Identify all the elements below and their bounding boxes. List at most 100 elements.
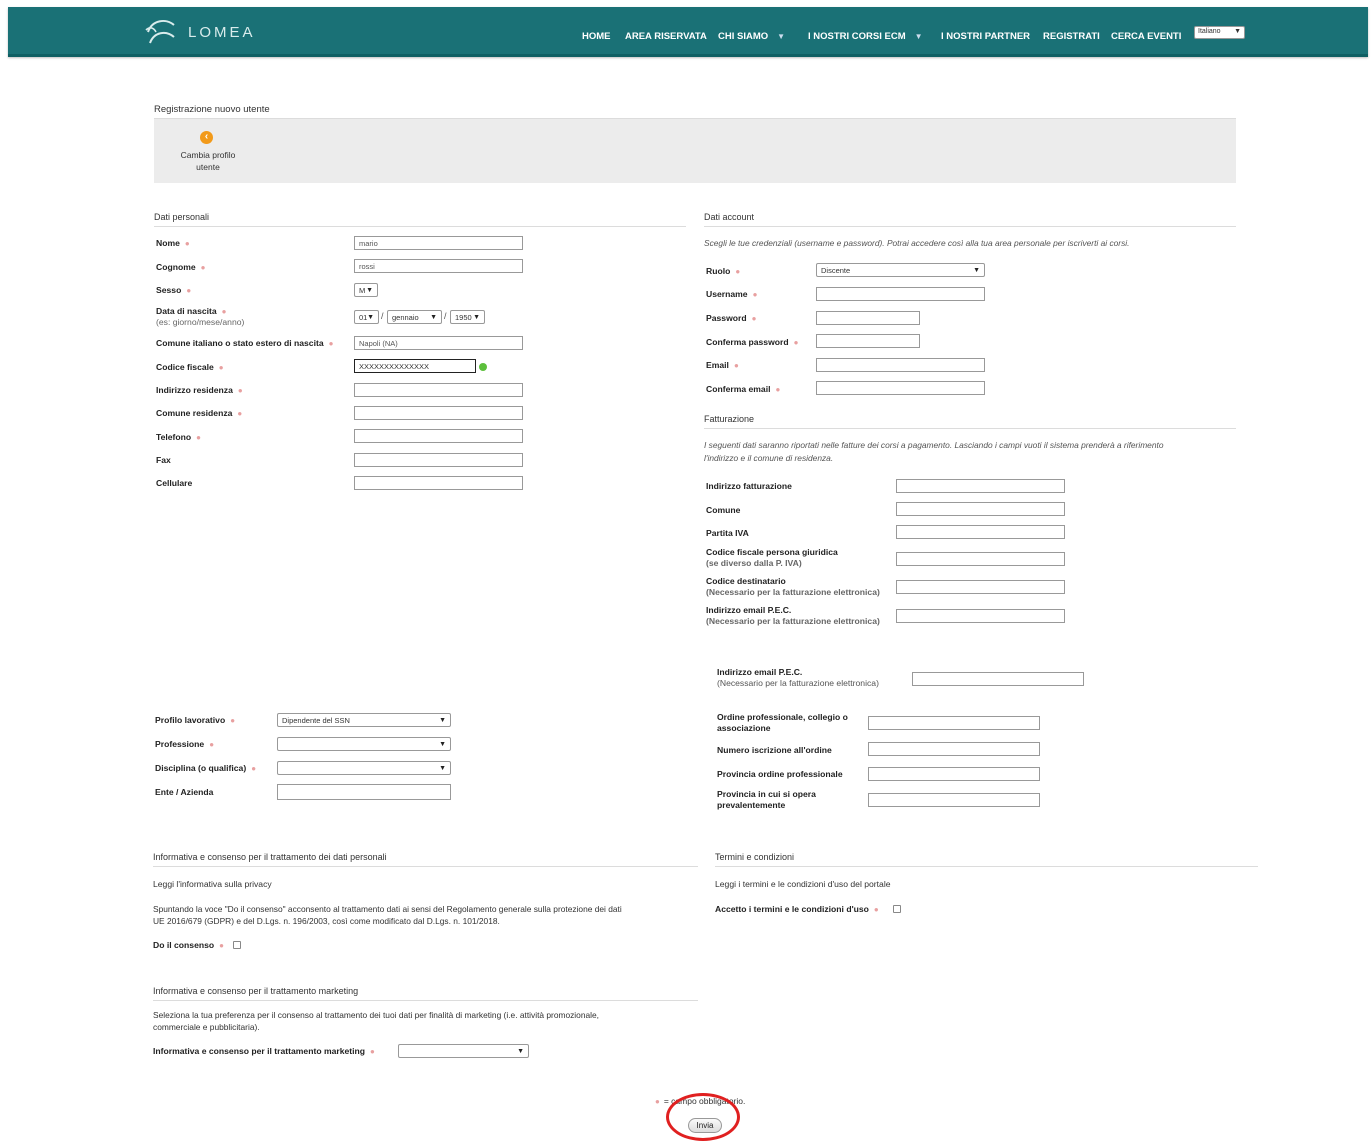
provincia-ordine-input[interactable] — [868, 767, 1040, 781]
marketing-label: Informativa e consenso per il trattament… — [153, 1046, 375, 1056]
divider — [153, 1000, 698, 1001]
consent-label: Do il consenso ● — [153, 940, 224, 950]
ordine-label: Ordine professionale, collegio o associaz… — [717, 712, 848, 733]
privacy-text-1: Spuntando la voce "Do il consenso" accon… — [153, 904, 622, 914]
divider — [715, 866, 1258, 867]
partita-iva-input[interactable] — [896, 525, 1065, 539]
chevron-down-icon: ▼ — [777, 32, 786, 41]
fax-input[interactable] — [354, 453, 523, 467]
comune-residenza-label: Comune residenza ● — [156, 408, 243, 418]
pec-fatturazione-label: Indirizzo email P.E.C. (Necessario per la… — [706, 605, 880, 626]
language-select[interactable]: Italiano ▼ — [1194, 26, 1245, 39]
telefono-input[interactable] — [354, 429, 523, 443]
divider — [154, 226, 686, 227]
cognome-label: Cognome ● — [156, 262, 206, 272]
divider — [704, 428, 1236, 429]
divider — [704, 226, 1236, 227]
comune-residenza-input[interactable] — [354, 406, 523, 420]
birth-year-select[interactable]: 1950 ▼ — [450, 310, 485, 324]
highlight-annotation-circle — [666, 1093, 740, 1141]
divider — [153, 866, 698, 867]
comune-nascita-input[interactable]: Napoli (NA) — [354, 336, 523, 350]
nav-home[interactable]: HOME — [582, 31, 611, 42]
account-note: Scegli le tue credenziali (username e pa… — [704, 238, 1130, 248]
section-title-marketing: Informativa e consenso per il trattament… — [153, 986, 359, 996]
conferma-password-label: Conferma password ● — [706, 337, 799, 347]
indirizzo-residenza-input[interactable] — [354, 383, 523, 397]
ruolo-select[interactable]: Discente ▼ — [816, 263, 985, 277]
nav-area-riservata[interactable]: AREA RISERVATA — [625, 31, 707, 42]
codice-fiscale-input[interactable]: XXXXXXXXXXXXXX — [354, 359, 476, 373]
cognome-input[interactable]: rossi — [354, 259, 523, 273]
conferma-email-label: Conferma email ● — [706, 384, 781, 394]
nav-corsi-ecm[interactable]: I NOSTRI CORSI ECM ▼ — [808, 31, 923, 42]
nav-partner[interactable]: I NOSTRI PARTNER — [941, 31, 1030, 42]
birth-day-select[interactable]: 01 ▼ — [354, 310, 379, 324]
comune-nascita-label: Comune italiano o stato estero di nascit… — [156, 338, 334, 348]
fax-label: Fax — [156, 455, 171, 465]
numero-iscrizione-input[interactable] — [868, 742, 1040, 756]
professione-select[interactable]: ▼ — [277, 737, 451, 751]
provincia-opera-input[interactable] — [868, 793, 1040, 807]
indirizzo-fatturazione-input[interactable] — [896, 479, 1065, 493]
pec-fatturazione-input[interactable] — [896, 609, 1065, 623]
provincia-opera-label: Provincia in cui si opera prevalentemente — [717, 789, 816, 810]
lomea-logo-icon[interactable] — [144, 16, 184, 46]
data-nascita-label: Data di nascita ● (es: giorno/mese/anno) — [156, 306, 245, 327]
change-profile-button[interactable]: Cambia profilo utente — [168, 149, 248, 173]
marketing-text-1: Seleziona la tua preferenza per il conse… — [153, 1010, 599, 1020]
section-title-terms: Termini e condizioni — [715, 852, 795, 862]
nav-cerca-eventi[interactable]: CERCA EVENTI — [1111, 31, 1181, 42]
birth-month-select[interactable]: gennaio ▼ — [387, 310, 442, 324]
logo-text[interactable]: LOMEA — [188, 24, 256, 41]
arrow-left-circle-icon[interactable]: ‹ — [200, 131, 213, 144]
username-label: Username ● — [706, 289, 758, 299]
privacy-text-2: UE 2016/679 (GDPR) e del D.Lgs. n. 196/2… — [153, 916, 500, 926]
disciplina-select[interactable]: ▼ — [277, 761, 451, 775]
indirizzo-fatturazione-label: Indirizzo fatturazione — [706, 481, 792, 491]
email-label: Email ● — [706, 360, 739, 370]
cf-giuridica-input[interactable] — [896, 552, 1065, 566]
disciplina-label: Disciplina (o qualifica) ● — [155, 763, 257, 773]
professione-label: Professione ● — [155, 739, 215, 749]
pec-label: Indirizzo email P.E.C. (Necessario per la… — [717, 667, 879, 688]
top-navigation-bar: LOMEA HOME AREA RISERVATA CHI SIAMO ▼ I N… — [8, 7, 1368, 57]
section-title-billing: Fatturazione — [704, 414, 755, 424]
telefono-label: Telefono ● — [156, 432, 202, 442]
section-title-privacy: Informativa e consenso per il trattament… — [153, 852, 387, 862]
nav-chi-siamo[interactable]: CHI SIAMO ▼ — [718, 31, 785, 42]
codice-destinatario-input[interactable] — [896, 580, 1065, 594]
nav-corsi-ecm-label: I NOSTRI CORSI ECM — [808, 31, 906, 42]
cf-giuridica-label: Codice fiscale persona giuridica (se dive… — [706, 547, 838, 568]
section-title-account: Dati account — [704, 212, 755, 222]
partita-iva-label: Partita IVA — [706, 528, 749, 538]
terms-link[interactable]: Leggi i termini e le condizioni d'uso de… — [715, 879, 891, 889]
conferma-password-input[interactable] — [816, 334, 920, 348]
sesso-select[interactable]: M ▼ — [354, 283, 378, 297]
profilo-lavorativo-label: Profilo lavorativo ● — [155, 715, 236, 725]
nome-input[interactable]: mario — [354, 236, 523, 250]
chevron-down-icon: ▼ — [914, 32, 923, 41]
numero-iscrizione-label: Numero iscrizione all'ordine — [717, 745, 832, 755]
comune-fatturazione-label: Comune — [706, 505, 741, 515]
ruolo-label: Ruolo ● — [706, 266, 741, 276]
consent-checkbox[interactable] — [233, 941, 241, 949]
ordine-input[interactable] — [868, 716, 1040, 730]
email-input[interactable] — [816, 358, 985, 372]
password-label: Password ● — [706, 313, 757, 323]
password-input[interactable] — [816, 311, 920, 325]
cellulare-input[interactable] — [354, 476, 523, 490]
username-input[interactable] — [816, 287, 985, 301]
accept-terms-checkbox[interactable] — [893, 905, 901, 913]
profilo-lavorativo-select[interactable]: Dipendente del SSN ▼ — [277, 713, 451, 727]
ente-azienda-input[interactable] — [277, 784, 451, 800]
comune-fatturazione-input[interactable] — [896, 502, 1065, 516]
conferma-email-input[interactable] — [816, 381, 985, 395]
privacy-link[interactable]: Leggi l'informativa sulla privacy — [153, 879, 272, 889]
cellulare-label: Cellulare — [156, 478, 193, 488]
sesso-label: Sesso ● — [156, 285, 192, 295]
nav-registrati[interactable]: REGISTRATI — [1043, 31, 1100, 42]
marketing-select[interactable]: ▼ — [398, 1044, 529, 1058]
indirizzo-residenza-label: Indirizzo residenza ● — [156, 385, 243, 395]
pec-input[interactable] — [912, 672, 1084, 686]
